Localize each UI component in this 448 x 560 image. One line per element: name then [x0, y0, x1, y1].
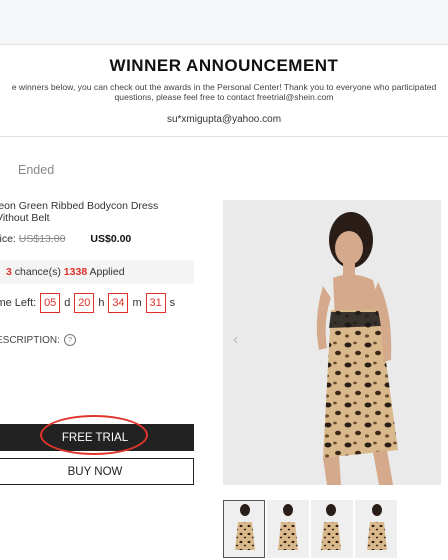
hours-unit: h [98, 297, 105, 309]
thumbnail-illustration [267, 500, 309, 558]
free-trial-button[interactable]: FREE TRIAL [0, 424, 194, 451]
section-divider [0, 136, 448, 137]
thumbnail-image[interactable] [355, 500, 397, 558]
seconds-unit: s [169, 297, 176, 309]
announcement-desc-line2: questions, please feel free to contact f… [114, 92, 334, 102]
trial-status: Ended [18, 163, 55, 177]
chances-count: 3 [6, 266, 12, 278]
thumbnail-image[interactable] [267, 500, 309, 558]
product-main-image[interactable] [223, 200, 441, 485]
winner-email: su*xmigupta@yahoo.com [166, 114, 282, 125]
product-name-line1: leon Green Ribbed Bodycon Dress [0, 200, 159, 212]
applied-count: 1338 [63, 266, 88, 278]
current-price: US$0.00 [90, 233, 132, 245]
thumbnail-image[interactable] [311, 500, 353, 558]
chances-label: chance(s) [14, 266, 61, 278]
thumbnail-strip [223, 500, 397, 558]
winner-announcement: WINNER ANNOUNCEMENT e winners below, you… [0, 48, 448, 138]
minutes-value: 34 [108, 293, 129, 313]
buy-now-button[interactable]: BUY NOW [0, 458, 194, 485]
time-left-label: ime Left: [0, 297, 37, 309]
days-unit: d [64, 297, 71, 309]
chances-applied: 3 chance(s) 1338 Applied [0, 260, 194, 284]
applied-label: Applied [89, 266, 125, 278]
top-bar [0, 0, 448, 45]
hours-value: 20 [74, 293, 95, 313]
chevron-left-icon[interactable]: ‹ [233, 332, 238, 348]
price-label: rice: [0, 233, 16, 245]
announcement-title: WINNER ANNOUNCEMENT [109, 56, 339, 75]
model-dress-illustration [223, 200, 441, 485]
announcement-description: e winners below, you can check out the a… [0, 82, 448, 102]
original-price: US$13.00 [18, 233, 66, 245]
product-name[interactable]: leon Green Ribbed Bodycon Dress Vithout … [0, 200, 196, 224]
thumbnail-image[interactable] [223, 500, 265, 558]
thumbnail-illustration [223, 500, 265, 558]
minutes-unit: m [132, 297, 142, 309]
seconds-value: 31 [145, 293, 166, 313]
description-row: ESCRIPTION: ? [0, 334, 76, 346]
thumbnail-illustration [355, 500, 397, 558]
question-circle-icon[interactable]: ? [63, 334, 76, 346]
announcement-desc-line1: e winners below, you can check out the a… [11, 82, 437, 92]
thumbnail-illustration [311, 500, 353, 558]
description-label: ESCRIPTION: [0, 334, 60, 346]
days-value: 05 [40, 293, 61, 313]
product-name-line2: Vithout Belt [0, 212, 50, 224]
countdown-timer: ime Left: 05 d 20 h 34 m 31 s [0, 293, 175, 313]
price-row: rice: US$13.00 US$0.00 [0, 233, 131, 245]
